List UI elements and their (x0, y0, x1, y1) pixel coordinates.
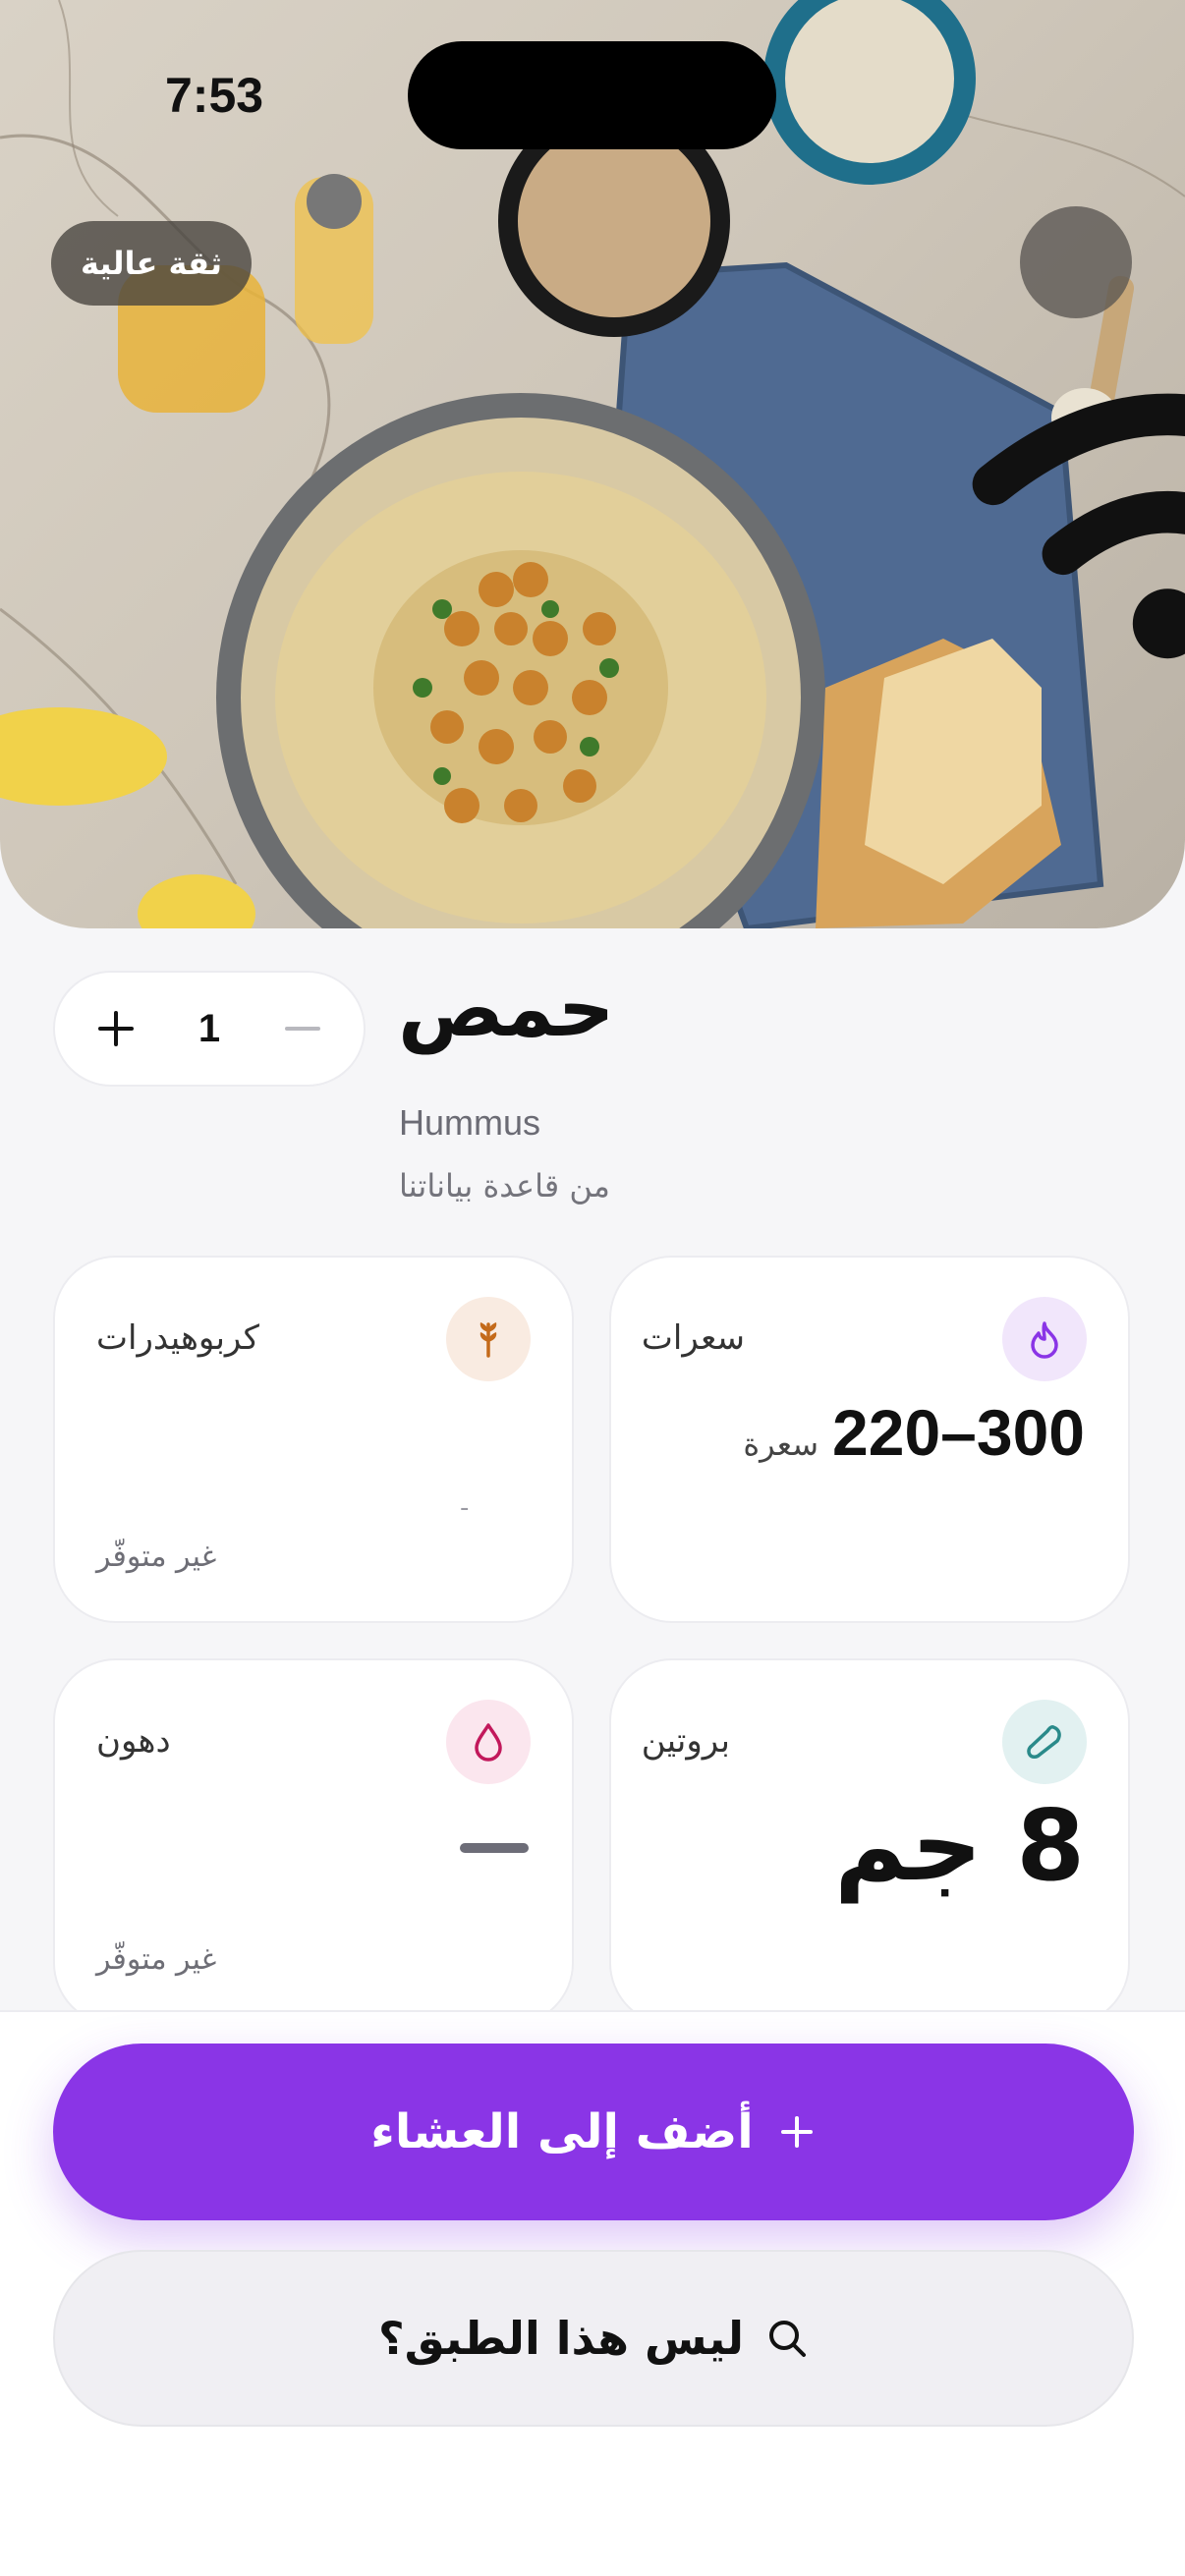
carbs-card: كربوهيدرات غير متوفّر (53, 1256, 574, 1623)
dynamic-island (408, 41, 776, 149)
quantity-value: 1 (198, 1006, 221, 1050)
calories-unit: سعرة (743, 1426, 819, 1463)
calories-card: سعرات سعرة 220–300 (609, 1256, 1130, 1623)
plus-icon (98, 1011, 134, 1046)
decrease-button[interactable] (279, 1005, 326, 1052)
fat-label: دهون (96, 1721, 171, 1761)
protein-card: بروتين 8 جم (609, 1658, 1130, 2026)
calories-number: 220–300 (832, 1396, 1085, 1469)
data-source: من قاعدة بياناتنا (399, 1167, 610, 1204)
carbs-unavailable-note: غير متوفّر (96, 1540, 217, 1574)
calories-label: سعرات (641, 1318, 745, 1358)
flame-icon (1002, 1297, 1087, 1381)
close-button[interactable] (1020, 206, 1132, 318)
close-icon (1020, 206, 1185, 928)
wheat-icon (446, 1297, 531, 1381)
drumstick-icon (1002, 1700, 1087, 1784)
search-icon (769, 2321, 807, 2357)
food-photo: 7:53 ثقة عالية (0, 0, 1185, 928)
dish-english-name: Hummus (399, 1102, 541, 1143)
not-this-dish-label: ليس هذا الطبق؟ (377, 2312, 745, 2365)
protein-value: 8 جم (834, 1788, 1085, 1903)
increase-button[interactable] (92, 1005, 140, 1052)
drop-icon (446, 1700, 531, 1784)
carbs-label: كربوهيدرات (96, 1318, 259, 1358)
minus-icon (285, 1027, 320, 1031)
not-this-dish-button[interactable]: ليس هذا الطبق؟ (53, 2250, 1134, 2427)
fat-value-dash (460, 1843, 529, 1853)
calories-value: سعرة 220–300 (743, 1395, 1085, 1470)
add-to-dinner-label: أضف إلى العشاء (370, 2104, 754, 2159)
status-time: 7:53 (165, 68, 264, 123)
protein-label: بروتين (641, 1721, 730, 1761)
carbs-value-dash: - (460, 1493, 470, 1523)
add-to-dinner-button[interactable]: أضف إلى العشاء (53, 2044, 1134, 2220)
quantity-stepper: 1 (53, 971, 366, 1087)
dish-title: حمص (398, 963, 615, 1054)
fat-card: دهون غير متوفّر (53, 1658, 574, 2026)
plus-icon (780, 2116, 813, 2148)
confidence-badge: ثقة عالية (51, 221, 252, 306)
fat-unavailable-note: غير متوفّر (96, 1942, 217, 1977)
